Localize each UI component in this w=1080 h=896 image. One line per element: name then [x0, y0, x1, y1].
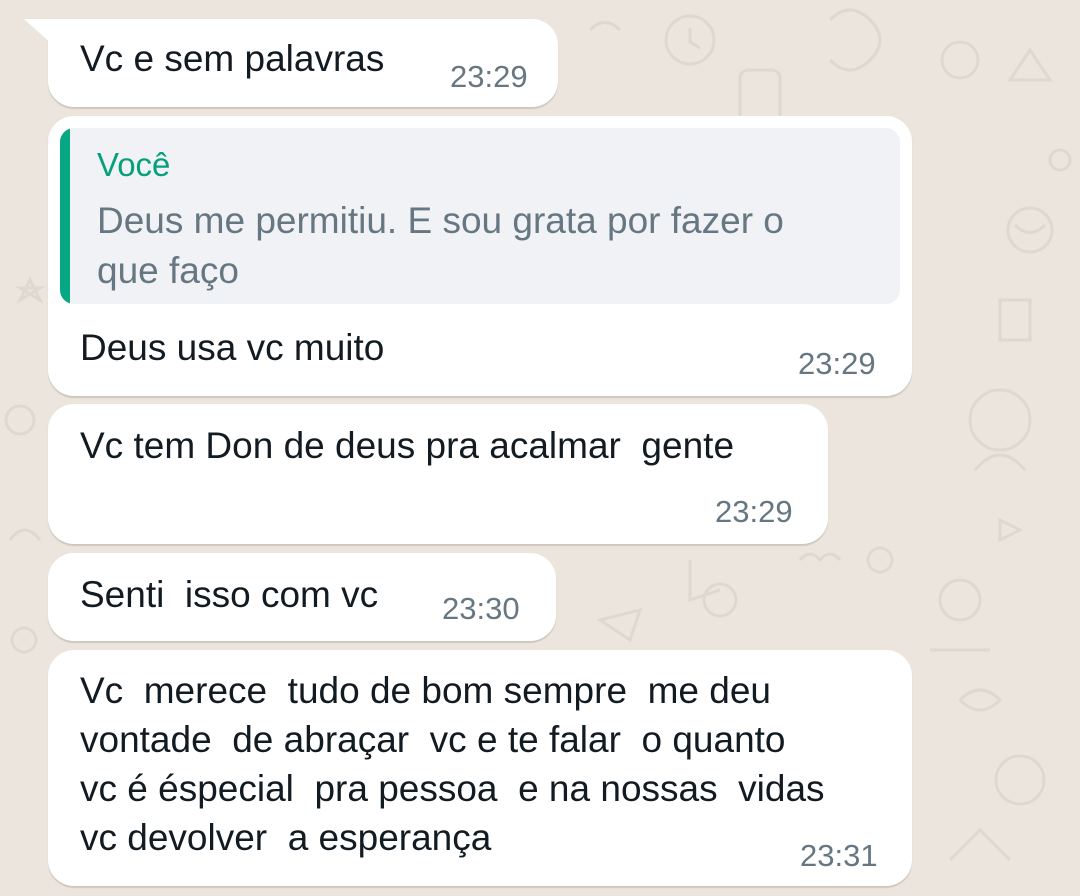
quote-accent-bar [60, 128, 70, 304]
quote-author: Você [97, 146, 171, 183]
message-text: Senti isso com vc [80, 574, 379, 615]
message-bubble-incoming[interactable]: Vc merece tudo de bom sempre me deu vont… [48, 650, 912, 886]
message-text: Vc e sem palavras [80, 38, 385, 79]
message-bubble-incoming[interactable]: Vc tem Don de deus pra acalmar gente 23:… [48, 404, 828, 544]
message-timestamp: 23:29 [715, 494, 793, 529]
message-timestamp: 23:29 [450, 59, 528, 94]
bubble-tail-icon [24, 19, 64, 55]
message-text: Vc tem Don de deus pra acalmar gente [80, 425, 735, 466]
message-text: Vc merece tudo de bom sempre me deu vont… [80, 670, 825, 858]
quote-text: Deus me permitiu. E sou grata por fazer … [97, 200, 784, 291]
message-bubble-incoming[interactable]: Vc e sem palavras 23:29 [48, 19, 558, 107]
message-text: Deus usa vc muito [80, 327, 385, 368]
message-timestamp: 23:30 [442, 591, 520, 626]
quoted-message[interactable]: Você Deus me permitiu. E sou grata por f… [60, 128, 900, 304]
message-timestamp: 23:29 [798, 346, 876, 381]
message-bubble-incoming-reply[interactable]: Você Deus me permitiu. E sou grata por f… [48, 116, 912, 396]
message-bubble-incoming[interactable]: Senti isso com vc 23:30 [48, 553, 556, 641]
message-timestamp: 23:31 [800, 838, 878, 873]
